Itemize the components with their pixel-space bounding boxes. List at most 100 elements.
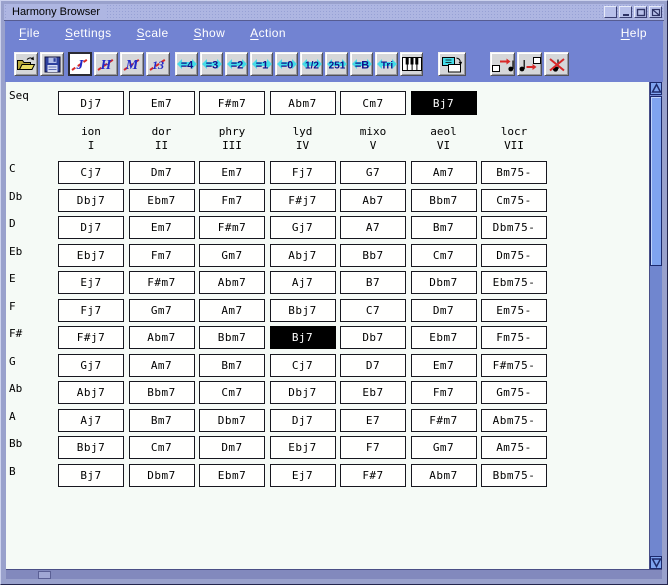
chord-type-j-button[interactable]: J xyxy=(68,52,92,76)
grid-chord-button[interactable]: Dj7 xyxy=(58,216,124,239)
grid-chord-button[interactable]: F#m7 xyxy=(411,409,477,432)
menu-help[interactable]: Help xyxy=(621,26,663,40)
grid-chord-button[interactable]: Gm75- xyxy=(481,381,547,404)
grid-chord-button[interactable]: Em7 xyxy=(199,161,265,184)
window-maximize-button[interactable] xyxy=(634,6,647,18)
grid-chord-button[interactable]: Dbm75- xyxy=(481,216,547,239)
grid-chord-button[interactable]: A7 xyxy=(340,216,406,239)
grid-chord-button[interactable]: Abm7 xyxy=(411,464,477,487)
grid-chord-button[interactable]: Eb7 xyxy=(340,381,406,404)
voicing-251-button[interactable]: 251 xyxy=(325,52,348,76)
grid-chord-button[interactable]: Aj7 xyxy=(58,409,124,432)
keyboard-button[interactable] xyxy=(400,52,423,76)
window-restore-button[interactable] xyxy=(649,6,662,18)
grid-chord-button[interactable]: Fm7 xyxy=(411,381,477,404)
grid-chord-button[interactable]: Ej7 xyxy=(270,464,336,487)
grid-chord-button[interactable]: Am7 xyxy=(199,299,265,322)
grid-chord-button[interactable]: Dj7 xyxy=(270,409,336,432)
grid-chord-button[interactable]: F#m7 xyxy=(129,271,195,294)
grid-chord-button[interactable]: B7 xyxy=(340,271,406,294)
seq-chord-button[interactable]: Dj7 xyxy=(58,91,124,115)
grid-chord-button[interactable]: Fm75- xyxy=(481,326,547,349)
grid-chord-button[interactable]: Bbj7 xyxy=(58,436,124,459)
grid-chord-button[interactable]: D7 xyxy=(340,354,406,377)
grid-chord-button[interactable]: Dm7 xyxy=(199,436,265,459)
grid-chord-button[interactable]: C7 xyxy=(340,299,406,322)
grid-chord-button[interactable]: Am7 xyxy=(129,354,195,377)
grid-chord-button[interactable]: Dm75- xyxy=(481,244,547,267)
grid-chord-button[interactable]: Db7 xyxy=(340,326,406,349)
grid-chord-button[interactable]: Dbj7 xyxy=(58,189,124,212)
grid-chord-button[interactable]: Abm7 xyxy=(199,271,265,294)
grid-chord-button[interactable]: Bj7 xyxy=(270,326,336,349)
grid-chord-button[interactable]: Dm7 xyxy=(411,299,477,322)
seq-chord-button[interactable]: Em7 xyxy=(129,91,195,115)
grid-chord-button[interactable]: Bb7 xyxy=(340,244,406,267)
grid-chord-button[interactable]: Fj7 xyxy=(270,161,336,184)
grid-chord-button[interactable]: Ebm75- xyxy=(481,271,547,294)
grid-chord-button[interactable]: Em75- xyxy=(481,299,547,322)
window-minimize-button[interactable] xyxy=(619,6,632,18)
chord-type-13-button[interactable]: 13 xyxy=(146,52,170,76)
grid-chord-button[interactable]: Bbm75- xyxy=(481,464,547,487)
menu-settings[interactable]: Settings xyxy=(65,26,112,40)
chord-type-m-button[interactable]: M xyxy=(120,52,144,76)
grid-chord-button[interactable]: Bm7 xyxy=(411,216,477,239)
voicing-eq2-button[interactable]: =2 xyxy=(225,52,248,76)
grid-chord-button[interactable]: Bbm7 xyxy=(129,381,195,404)
grid-chord-button[interactable]: Bbj7 xyxy=(270,299,336,322)
scrollbar-thumb[interactable] xyxy=(650,96,662,266)
grid-chord-button[interactable]: Ebm7 xyxy=(129,189,195,212)
grid-chord-button[interactable]: Fm7 xyxy=(199,189,265,212)
grid-chord-button[interactable]: Gj7 xyxy=(270,216,336,239)
grid-chord-button[interactable]: Em7 xyxy=(411,354,477,377)
grid-chord-button[interactable]: Dm7 xyxy=(129,161,195,184)
seq-chord-button[interactable]: F#m7 xyxy=(199,91,265,115)
grid-chord-button[interactable]: Abj7 xyxy=(58,381,124,404)
grid-chord-button[interactable]: Gj7 xyxy=(58,354,124,377)
grid-chord-button[interactable]: Ebj7 xyxy=(58,244,124,267)
grid-chord-button[interactable]: Bm75- xyxy=(481,161,547,184)
insert-chord-after-button[interactable] xyxy=(517,52,542,76)
horizontal-scrollbar[interactable] xyxy=(6,569,662,579)
grid-chord-button[interactable]: Dbm7 xyxy=(411,271,477,294)
grid-chord-button[interactable]: F#7 xyxy=(340,464,406,487)
voicing-eq3-button[interactable]: =3 xyxy=(200,52,223,76)
grid-chord-button[interactable]: Bm7 xyxy=(199,354,265,377)
voicing-tri-button[interactable]: Tri xyxy=(375,52,398,76)
grid-chord-button[interactable]: Abm75- xyxy=(481,409,547,432)
seq-chord-button[interactable]: Bj7 xyxy=(411,91,477,115)
delete-chord-button[interactable] xyxy=(544,52,569,76)
grid-chord-button[interactable]: Cm7 xyxy=(199,381,265,404)
grid-chord-button[interactable]: F#m75- xyxy=(481,354,547,377)
copy-to-sequence-button[interactable] xyxy=(438,52,466,76)
grid-chord-button[interactable]: Ej7 xyxy=(58,271,124,294)
vertical-scrollbar[interactable] xyxy=(649,82,662,569)
grid-chord-button[interactable]: Cm75- xyxy=(481,189,547,212)
grid-chord-button[interactable]: Cj7 xyxy=(270,354,336,377)
menu-action[interactable]: Action xyxy=(250,26,286,40)
grid-chord-button[interactable]: Dbj7 xyxy=(270,381,336,404)
grid-chord-button[interactable]: Ebj7 xyxy=(270,436,336,459)
grid-chord-button[interactable]: F#j7 xyxy=(58,326,124,349)
grid-chord-button[interactable]: Bbm7 xyxy=(199,326,265,349)
grid-chord-button[interactable]: Gm7 xyxy=(199,244,265,267)
grid-chord-button[interactable]: Am7 xyxy=(411,161,477,184)
grid-chord-button[interactable]: Cj7 xyxy=(58,161,124,184)
scroll-up-button[interactable] xyxy=(650,82,662,95)
menu-file[interactable]: File xyxy=(19,26,40,40)
grid-chord-button[interactable]: Cm7 xyxy=(129,436,195,459)
grid-chord-button[interactable]: Ebm7 xyxy=(199,464,265,487)
grid-chord-button[interactable]: Aj7 xyxy=(270,271,336,294)
horizontal-scrollbar-thumb[interactable] xyxy=(38,571,51,579)
voicing-eq0-button[interactable]: =0 xyxy=(275,52,298,76)
grid-chord-button[interactable]: Em7 xyxy=(129,216,195,239)
seq-chord-button[interactable]: Abm7 xyxy=(270,91,336,115)
grid-chord-button[interactable]: Ebm7 xyxy=(411,326,477,349)
voicing-eqb-button[interactable]: =B xyxy=(350,52,373,76)
voicing-eq4-button[interactable]: =4 xyxy=(175,52,198,76)
menu-scale[interactable]: Scale xyxy=(137,26,169,40)
titlebar[interactable]: Harmony Browser xyxy=(4,4,664,21)
grid-chord-button[interactable]: Gm7 xyxy=(129,299,195,322)
grid-chord-button[interactable]: Bm7 xyxy=(129,409,195,432)
